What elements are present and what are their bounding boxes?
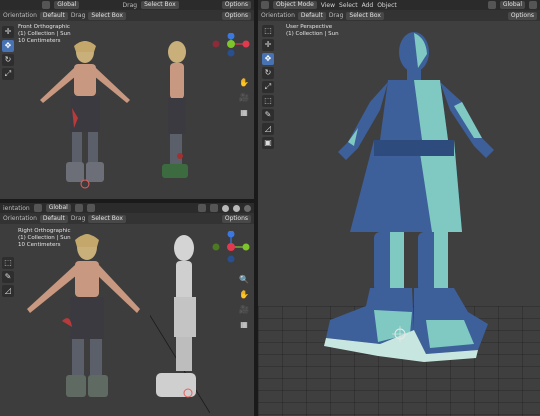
mode-dropdown[interactable]: Object Mode [273,1,317,9]
drag-select[interactable]: Select Box [88,11,126,20]
tool-settings-header: Orientation Default Drag Select Box Opti… [258,10,540,21]
character-front-view[interactable] [22,231,152,411]
viewport-header: Global Drag Select Box Options [0,0,254,10]
options-button[interactable]: Options [507,11,537,20]
tool-settings-header: Orientation Default Drag Select Box Opti… [0,213,254,224]
drag-label: Drag [70,215,86,222]
orientation-label: Orientation [3,12,37,19]
character-model[interactable] [314,30,536,370]
viewport-front-ortho[interactable]: Global Drag Select Box Options Orientati… [0,0,254,199]
xray-icon[interactable] [210,204,218,212]
drag-label: Drag [70,12,86,19]
add-cube-icon[interactable]: ▣ [262,137,274,149]
menu-view[interactable]: View [321,2,335,9]
transform-icon[interactable]: ⬚ [262,95,274,107]
options-button[interactable]: Options [221,1,252,9]
grid-icon[interactable]: ▦ [238,318,250,330]
scale-icon[interactable]: ⤢ [2,68,14,80]
transform-icon[interactable]: ⬚ [2,257,14,269]
character-front-view[interactable] [30,38,140,193]
drag-label: Drag [328,12,344,19]
nav-buttons: 🔍 ✋ 🎥 ▦ [238,273,250,330]
drag-select[interactable]: Select Box [346,11,384,20]
scale-icon[interactable]: ⤢ [262,81,274,93]
editor-type-icon[interactable] [261,1,269,9]
shading-rendered-icon[interactable] [244,204,251,212]
zoom-icon[interactable]: 🔍 [238,273,250,285]
orientation-dropdown[interactable]: Default [39,214,68,223]
navigation-gizmo[interactable] [212,33,250,63]
shading-material-icon[interactable] [233,204,240,212]
cursor-icon[interactable]: ✛ [262,39,274,51]
camera-icon[interactable]: 🎥 [238,303,250,315]
orientation-label: ientation [3,204,30,212]
global-dropdown[interactable]: Global [45,204,71,212]
nav-buttons: ✋ 🎥 ▦ [238,76,250,118]
viewport-header: Object Mode View Select Add Object Globa… [258,0,540,10]
orientation-label: Orientation [3,215,37,222]
shading-solid-icon[interactable] [222,204,229,212]
collection-info: (1) Collection | Sun [18,31,71,37]
toolbar: ⬚ ✎ ◿ [2,257,14,297]
drag-label: Drag [122,1,138,9]
annotate-icon[interactable]: ✎ [262,109,274,121]
snap-icon[interactable] [86,204,95,212]
options-button[interactable]: Options [221,214,251,223]
viewport-header: ientation Global [0,203,254,213]
toolbar: ⬚ ✛ ✥ ↻ ⤢ ⬚ ✎ ◿ ▣ [262,25,274,149]
camera-icon[interactable]: 🎥 [238,91,250,103]
pivot-icon[interactable] [74,204,83,212]
viewport-right-ortho[interactable]: ientation Global Orientation Default Dra… [0,203,254,416]
view-name: Front Orthographic [18,24,70,30]
overlay-icon[interactable] [198,204,206,212]
menu-object[interactable]: Object [377,2,397,9]
grid-icon[interactable]: ▦ [238,106,250,118]
menu-select[interactable]: Select [339,2,358,9]
character-side-view[interactable] [150,233,210,413]
measure-icon[interactable]: ◿ [262,123,274,135]
transform-orientation-icon[interactable] [33,204,42,212]
transform-orientation-icon[interactable] [487,1,496,9]
global-dropdown[interactable]: Global [54,1,80,9]
rotate-icon[interactable]: ↻ [2,54,14,66]
global-dropdown[interactable]: Global [499,1,525,9]
measure-icon[interactable]: ◿ [2,285,14,297]
toolbar: ✛ ✥ ↻ ⤢ [2,26,14,80]
tool-settings-header: Orientation Default Drag Select Box Opti… [0,10,254,21]
pivot-icon[interactable] [529,1,537,9]
viewport-user-perspective[interactable]: Object Mode View Select Add Object Globa… [258,0,540,416]
options-button[interactable]: Options [221,11,251,20]
move-icon[interactable]: ✥ [2,40,14,52]
navigation-gizmo[interactable] [212,231,250,265]
menu-add[interactable]: Add [362,2,374,9]
drag-select[interactable]: Select Box [141,1,179,9]
cursor-icon[interactable]: ✛ [2,26,14,38]
orientation-dropdown[interactable]: Default [39,11,68,20]
drag-select[interactable]: Select Box [88,214,126,223]
hand-icon[interactable]: ✋ [238,76,250,88]
select-box-icon[interactable]: ⬚ [262,25,274,37]
character-side-view[interactable] [150,38,200,183]
hand-icon[interactable]: ✋ [238,288,250,300]
orientation-dropdown[interactable]: Default [297,11,326,20]
rotate-icon[interactable]: ↻ [262,67,274,79]
transform-orientation-icon[interactable] [42,1,51,9]
annotate-icon[interactable]: ✎ [2,271,14,283]
orientation-label: Orientation [261,12,295,19]
move-icon[interactable]: ✥ [262,53,274,65]
